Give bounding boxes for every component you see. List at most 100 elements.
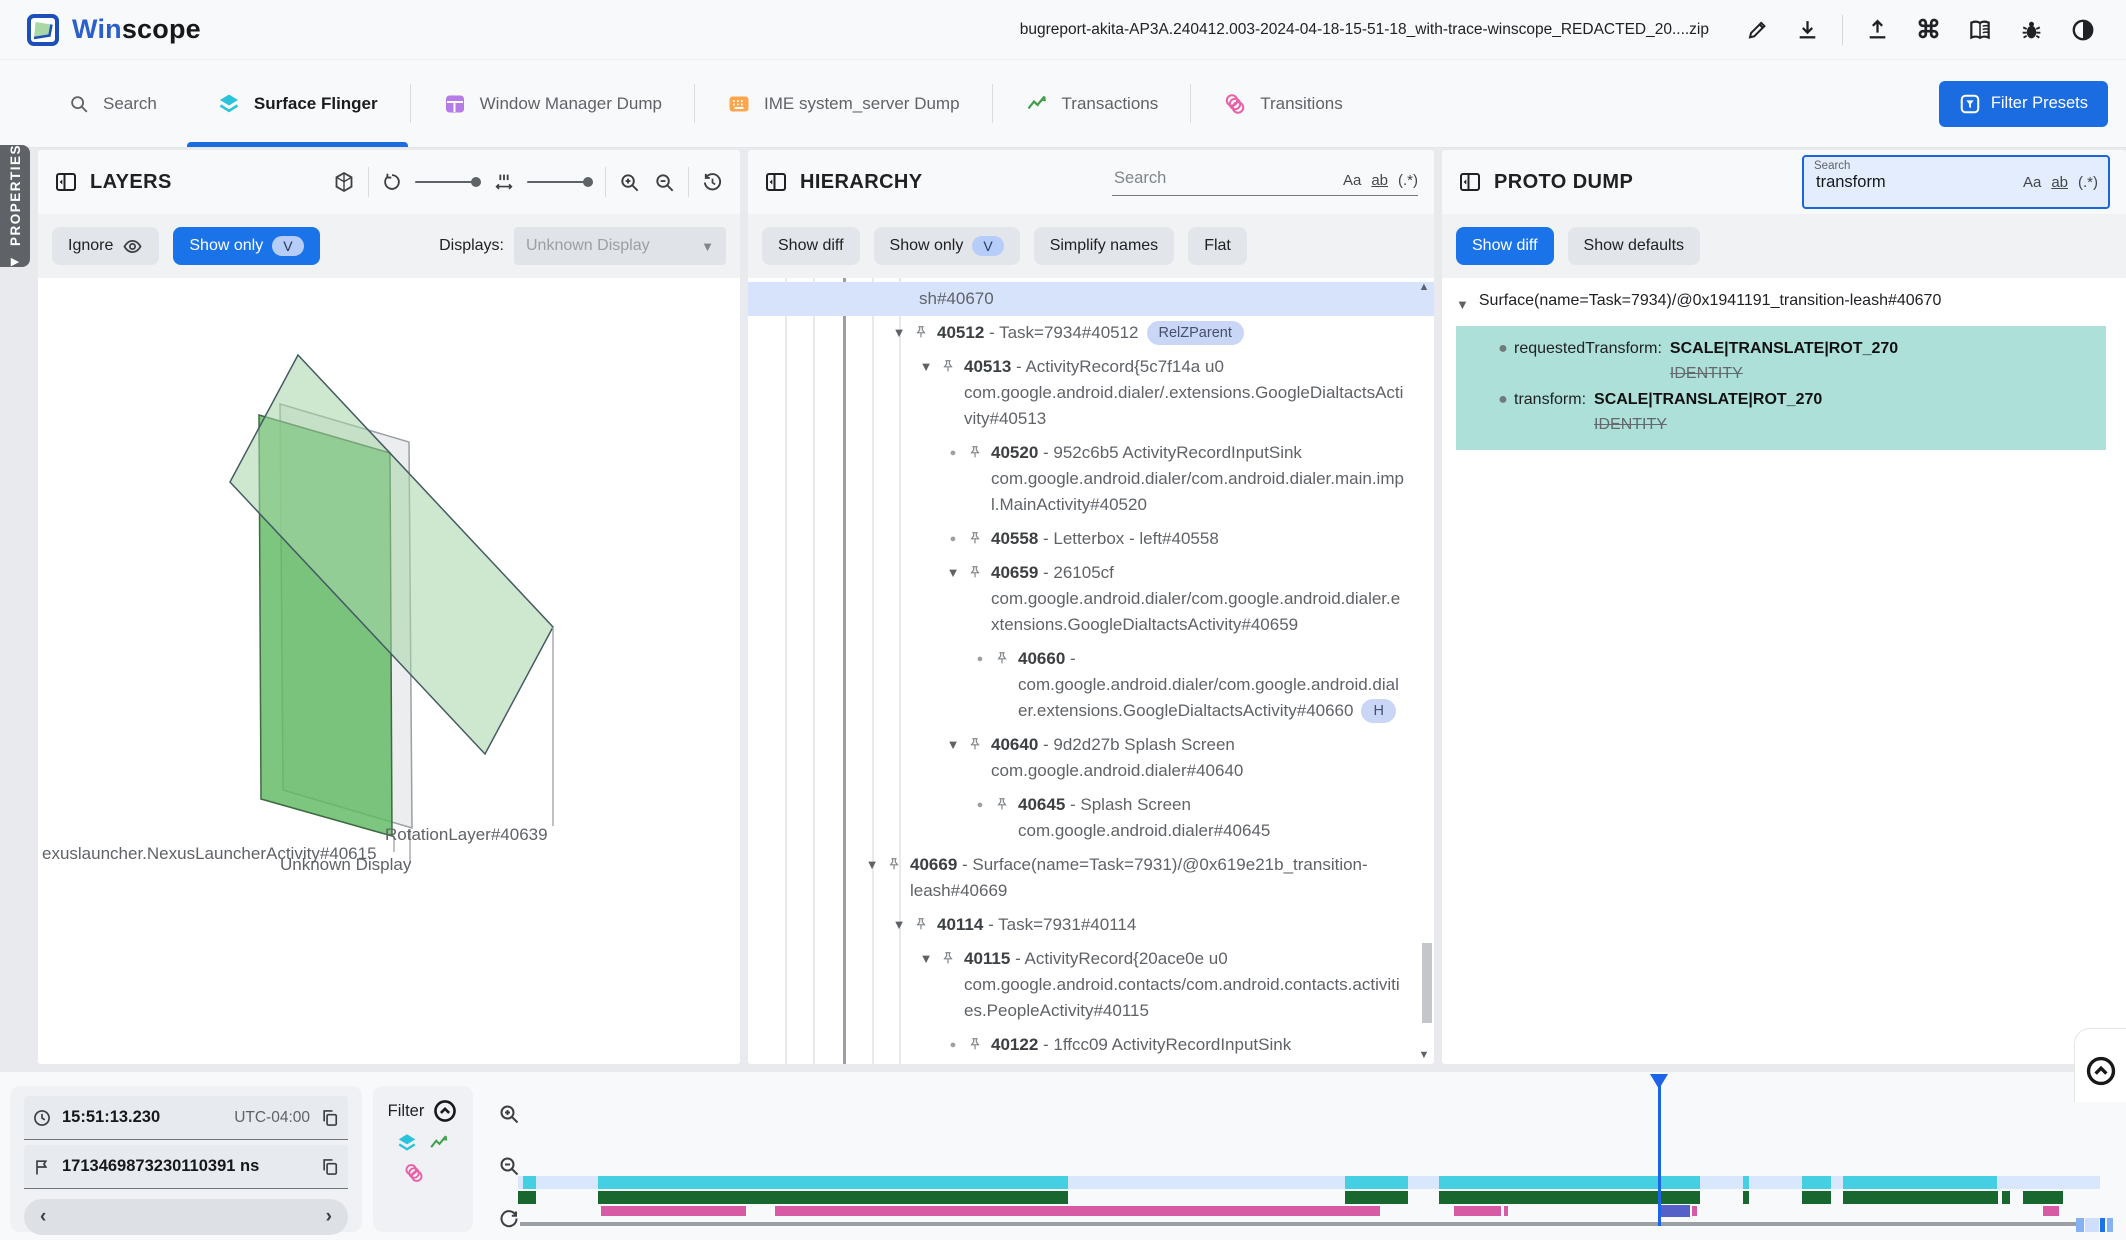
collapse-panel-icon[interactable] <box>54 170 78 194</box>
tree-node[interactable]: ▼40512 - Task=7934#40512RelZParent <box>748 316 1434 350</box>
collapse-arrow-icon[interactable]: ▼ <box>885 320 913 346</box>
keyboard-shortcuts-button[interactable]: ⌘ <box>1912 14 1945 46</box>
chevron-up-circle-icon[interactable] <box>2084 1039 2118 1102</box>
collapse-arrow-icon[interactable]: ▼ <box>939 732 967 758</box>
match-case-toggle[interactable]: Aa <box>1343 172 1361 189</box>
transitions-segment[interactable] <box>1504 1206 1508 1216</box>
tab-window-manager-dump[interactable]: Window Manager Dump <box>413 60 692 147</box>
surface-flinger-segment[interactable] <box>1345 1176 1408 1189</box>
timeline-track-background[interactable] <box>518 1176 2100 1189</box>
collapse-arrow-icon[interactable]: ▼ <box>1456 292 1469 318</box>
tree-node[interactable]: ▼40659 - 26105cf com.google.android.dial… <box>748 556 1434 642</box>
regex-toggle[interactable]: (.*) <box>2078 174 2098 191</box>
previous-frame-button[interactable]: ‹ <box>40 1206 46 1228</box>
timeline-zoom-out-icon[interactable] <box>497 1154 521 1178</box>
collapse-panel-icon[interactable] <box>764 170 788 194</box>
proto-root-node[interactable]: ▼ Surface(name=Task=7934)/@0x1941191_tra… <box>1442 288 2126 326</box>
match-case-toggle[interactable]: Aa <box>2023 174 2041 191</box>
properties-collapsed-tab[interactable]: PROPERTIES ▶ <box>0 145 30 267</box>
timeline-scrollbar-piece[interactable] <box>2107 1218 2113 1232</box>
surface-flinger-segment[interactable] <box>598 1176 1068 1189</box>
transitions-selected-segment[interactable] <box>1660 1205 1690 1217</box>
tree-node[interactable]: ▼40114 - Task=7931#40114 <box>748 908 1434 942</box>
zoom-out-icon[interactable] <box>653 171 676 194</box>
timeline-scrollbar-piece[interactable] <box>2100 1218 2105 1232</box>
surface-flinger-segment[interactable] <box>1843 1176 1997 1189</box>
regex-toggle[interactable]: (.*) <box>1398 172 1418 189</box>
upload-trace-button[interactable] <box>1861 13 1894 46</box>
report-bug-button[interactable] <box>2015 13 2048 46</box>
dark-mode-toggle[interactable] <box>2066 13 2100 47</box>
show-only-visible-button[interactable]: Show only V <box>173 227 319 265</box>
pin-icon[interactable] <box>994 792 1018 812</box>
surface-flinger-segment[interactable] <box>1802 1176 1831 1189</box>
transactions-segment[interactable] <box>1843 1191 1998 1204</box>
collapse-arrow-icon[interactable]: ▼ <box>858 852 886 878</box>
pin-icon[interactable] <box>967 526 991 546</box>
layers-3d-view[interactable]: RotationLayer#40639 exuslauncher.NexusLa… <box>38 278 740 1064</box>
tree-node[interactable]: ▼40669 - Surface(name=Task=7931)/@0x619e… <box>748 848 1434 908</box>
pin-icon[interactable] <box>940 946 964 966</box>
proto-property-row[interactable]: ● transform: SCALE|TRANSLATE|ROT_270 IDE… <box>1456 387 2098 438</box>
surface-flinger-segment[interactable] <box>1439 1176 1700 1189</box>
spacing-slider[interactable] <box>527 181 593 184</box>
timeline-scrollbar-piece[interactable] <box>2076 1218 2084 1232</box>
surface-flinger-filter-icon[interactable] <box>396 1132 418 1154</box>
nanosecond-time-field[interactable]: 1713469873230110391 ns <box>24 1145 348 1189</box>
next-frame-button[interactable]: › <box>326 1206 332 1228</box>
collapse-filter-icon[interactable] <box>432 1098 458 1124</box>
timeline-cursor[interactable] <box>1658 1076 1661 1226</box>
pin-icon[interactable] <box>886 852 910 872</box>
tree-node[interactable]: ●40558 - Letterbox - left#40558 <box>748 522 1434 556</box>
collapse-arrow-icon[interactable]: ▼ <box>885 912 913 938</box>
edit-trace-button[interactable] <box>1741 14 1773 46</box>
show-only-visible-button[interactable]: Show only V <box>874 227 1020 265</box>
tree-node[interactable]: ▼40115 - ActivityRecord{20ace0e u0 com.g… <box>748 942 1434 1028</box>
copy-icon[interactable] <box>320 1108 340 1128</box>
pin-icon[interactable] <box>994 646 1018 666</box>
copy-icon[interactable] <box>320 1157 340 1177</box>
pin-icon[interactable] <box>940 354 964 374</box>
scroll-down-icon[interactable]: ▼ <box>1419 1048 1430 1062</box>
transitions-segment[interactable] <box>775 1206 1380 1216</box>
match-word-toggle[interactable]: ab <box>2051 174 2068 191</box>
timeline-zoom-in-icon[interactable] <box>497 1102 521 1126</box>
transactions-segment[interactable] <box>1743 1191 1749 1204</box>
transactions-segment[interactable] <box>1345 1191 1408 1204</box>
tree-scrollbar-thumb[interactable] <box>1422 943 1432 1023</box>
scroll-up-icon[interactable]: ▲ <box>1419 280 1430 294</box>
tree-node[interactable]: sh#40670 <box>748 282 1434 316</box>
flat-button[interactable]: Flat <box>1188 227 1247 265</box>
documentation-button[interactable] <box>1963 13 1997 47</box>
simplify-names-button[interactable]: Simplify names <box>1034 227 1174 265</box>
tree-node[interactable]: ●40122 - 1ffcc09 ActivityRecordInputSink… <box>748 1028 1434 1064</box>
transitions-segment[interactable] <box>601 1206 746 1216</box>
collapse-panel-icon[interactable] <box>1458 170 1482 194</box>
transactions-filter-icon[interactable] <box>428 1132 450 1154</box>
zoom-in-icon[interactable] <box>618 171 641 194</box>
pin-icon[interactable] <box>967 560 991 580</box>
tree-node[interactable]: ▼40513 - ActivityRecord{5c7f14a u0 com.g… <box>748 350 1434 436</box>
tab-surface-flinger[interactable]: Surface Flinger <box>187 60 408 147</box>
transactions-segment[interactable] <box>2002 1191 2010 1204</box>
transactions-segment[interactable] <box>598 1191 1068 1204</box>
transitions-segment[interactable] <box>1454 1206 1501 1216</box>
transactions-segment[interactable] <box>1439 1191 1700 1204</box>
transactions-segment[interactable] <box>1802 1191 1831 1204</box>
timeline-cursor-handle[interactable] <box>1650 1074 1668 1089</box>
tree-node[interactable]: ●40645 - Splash Screen com.google.androi… <box>748 788 1434 848</box>
transitions-segment[interactable] <box>1692 1206 1697 1216</box>
rotation-icon[interactable] <box>381 171 403 193</box>
ignore-visibility-button[interactable]: Ignore <box>52 227 159 265</box>
transactions-segment[interactable] <box>2023 1191 2063 1204</box>
collapse-arrow-icon[interactable]: ▼ <box>912 946 940 972</box>
tab-transitions[interactable]: Transitions <box>1193 60 1373 147</box>
pin-icon[interactable] <box>967 732 991 752</box>
show-diff-button[interactable]: Show diff <box>762 227 860 265</box>
show-diff-button[interactable]: Show diff <box>1456 227 1554 265</box>
tab-ime-system-server-dump[interactable]: IME system_server Dump <box>697 60 990 147</box>
tab-search[interactable]: Search <box>38 60 187 147</box>
transitions-segment[interactable] <box>2043 1206 2059 1216</box>
reset-view-icon[interactable] <box>701 171 724 194</box>
hierarchy-search-input[interactable] <box>1112 168 1333 189</box>
